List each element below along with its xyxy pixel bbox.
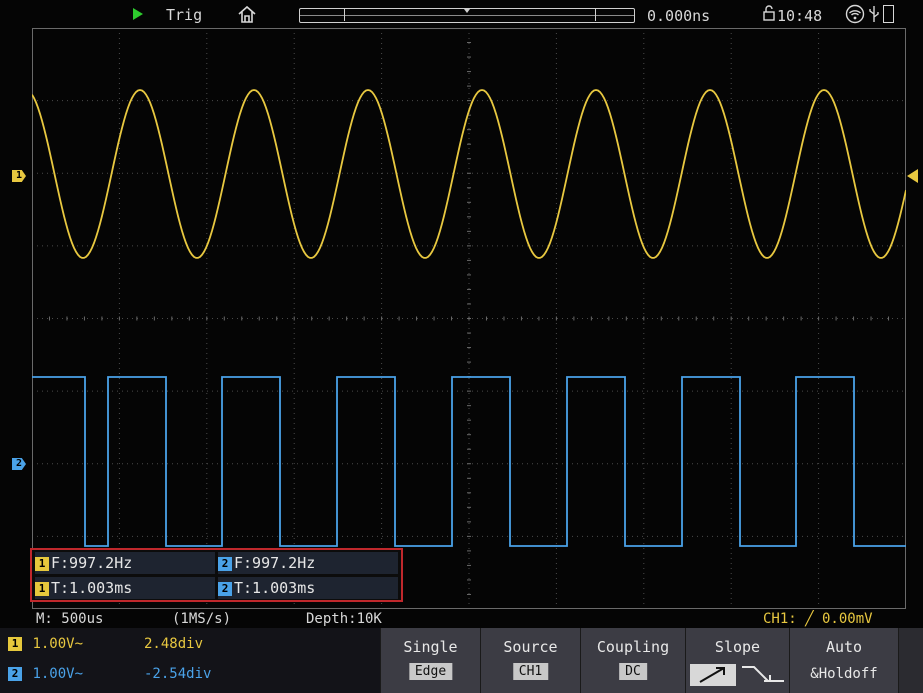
sample-rate-readout: (1MS/s): [172, 611, 232, 627]
wifi-icon: [845, 4, 865, 24]
acquisition-status-line: M: 500us (1MS/s) Depth:10K CH1: ╱ 0.00mV: [0, 610, 923, 628]
softkey-title: Source: [503, 638, 558, 656]
memory-depth-readout: Depth:10K: [306, 611, 382, 627]
ch2-badge: 2: [218, 557, 232, 571]
ch1-position-marker[interactable]: 1: [12, 170, 26, 182]
lock-icon: [763, 5, 775, 21]
ch2-offset: -2.54div: [144, 666, 212, 682]
slope-softkey[interactable]: Slope: [685, 628, 789, 693]
auto-holdoff-softkey[interactable]: Auto &Holdoff: [789, 628, 898, 693]
timebase-readout[interactable]: M: 500us: [36, 610, 103, 628]
softkey-title: Auto: [825, 638, 863, 656]
softkey-edge: [898, 628, 923, 693]
ch2-period-value: T:1.003ms: [234, 579, 316, 597]
ch1-volts-per-div: 1.00V~: [32, 636, 84, 652]
softkey-value: Edge: [408, 663, 453, 680]
measurement-panel: 1 F:997.2Hz 2 F:997.2Hz 1 T:1.003ms 2 T:1.00…: [30, 548, 403, 602]
run-icon[interactable]: [133, 8, 143, 20]
ch2-frequency-value: F:997.2Hz: [234, 554, 316, 572]
top-status-bar: Trig 0.000ns 10:48: [0, 0, 923, 28]
coupling-softkey[interactable]: Coupling DC: [580, 628, 685, 693]
trigger-level-marker[interactable]: [907, 169, 918, 183]
ch1-period-readout: 1 T:1.003ms: [35, 577, 215, 599]
clock: 10:48: [777, 7, 823, 25]
run-state-label: Trig: [166, 6, 203, 24]
ch1-offset: 2.48div: [144, 636, 204, 652]
single-edge-softkey[interactable]: Single Edge: [380, 628, 480, 693]
ch1-period-value: T:1.003ms: [51, 579, 133, 597]
softkey-title: Slope: [714, 638, 761, 656]
softkey-value: &Holdoff: [810, 666, 878, 682]
softkey-title: Coupling: [596, 638, 670, 656]
softkey-value: DC: [619, 663, 647, 680]
ch1-badge: 1: [35, 582, 49, 596]
ch1-frequency-value: F:997.2Hz: [51, 554, 133, 572]
ch2-badge: 2: [218, 582, 232, 596]
view-window[interactable]: [344, 8, 596, 21]
trigger-readout: CH1: ╱ 0.00mV: [763, 611, 873, 627]
ch2-position-marker[interactable]: 2: [12, 458, 26, 470]
ch2-period-readout: 2 T:1.003ms: [218, 577, 398, 599]
ch2-badge: 2: [8, 667, 22, 681]
waveform-graticule: [32, 28, 906, 609]
ch2-frequency-readout: 2 F:997.2Hz: [218, 552, 398, 574]
slope-selector-icons[interactable]: [690, 663, 786, 687]
graticule-center-ticks: [32, 28, 890, 609]
memory-position-bar[interactable]: [299, 8, 635, 23]
softkey-title: Single: [403, 638, 458, 656]
ch2-square-waveform: [32, 376, 906, 547]
bottom-menu: 1 1.00V~ 2.48div 2 1.00V~ -2.54div Singl…: [0, 628, 923, 693]
channel-info-panel: 1 1.00V~ 2.48div 2 1.00V~ -2.54div: [0, 628, 380, 693]
oscilloscope-screen: Trig 0.000ns 10:48 1 2 1 F:997.2Hz 2 F:9…: [0, 0, 923, 693]
usb-icon: [869, 6, 879, 22]
home-icon[interactable]: [237, 5, 257, 23]
ch1-frequency-readout: 1 F:997.2Hz: [35, 552, 215, 574]
ch1-badge: 1: [35, 557, 49, 571]
ch2-volts-per-div: 1.00V~: [32, 666, 84, 682]
falling-slope-icon: [742, 666, 784, 682]
battery-icon: [883, 5, 894, 23]
trigger-position-marker: [464, 9, 470, 13]
ch1-badge: 1: [8, 637, 22, 651]
trigger-time-offset: 0.000ns: [647, 7, 711, 25]
ch2-info-row[interactable]: 2 1.00V~ -2.54div: [8, 664, 211, 684]
softkey-value: CH1: [512, 663, 549, 680]
ch1-info-row[interactable]: 1 1.00V~ 2.48div: [8, 634, 203, 654]
source-softkey[interactable]: Source CH1: [480, 628, 580, 693]
